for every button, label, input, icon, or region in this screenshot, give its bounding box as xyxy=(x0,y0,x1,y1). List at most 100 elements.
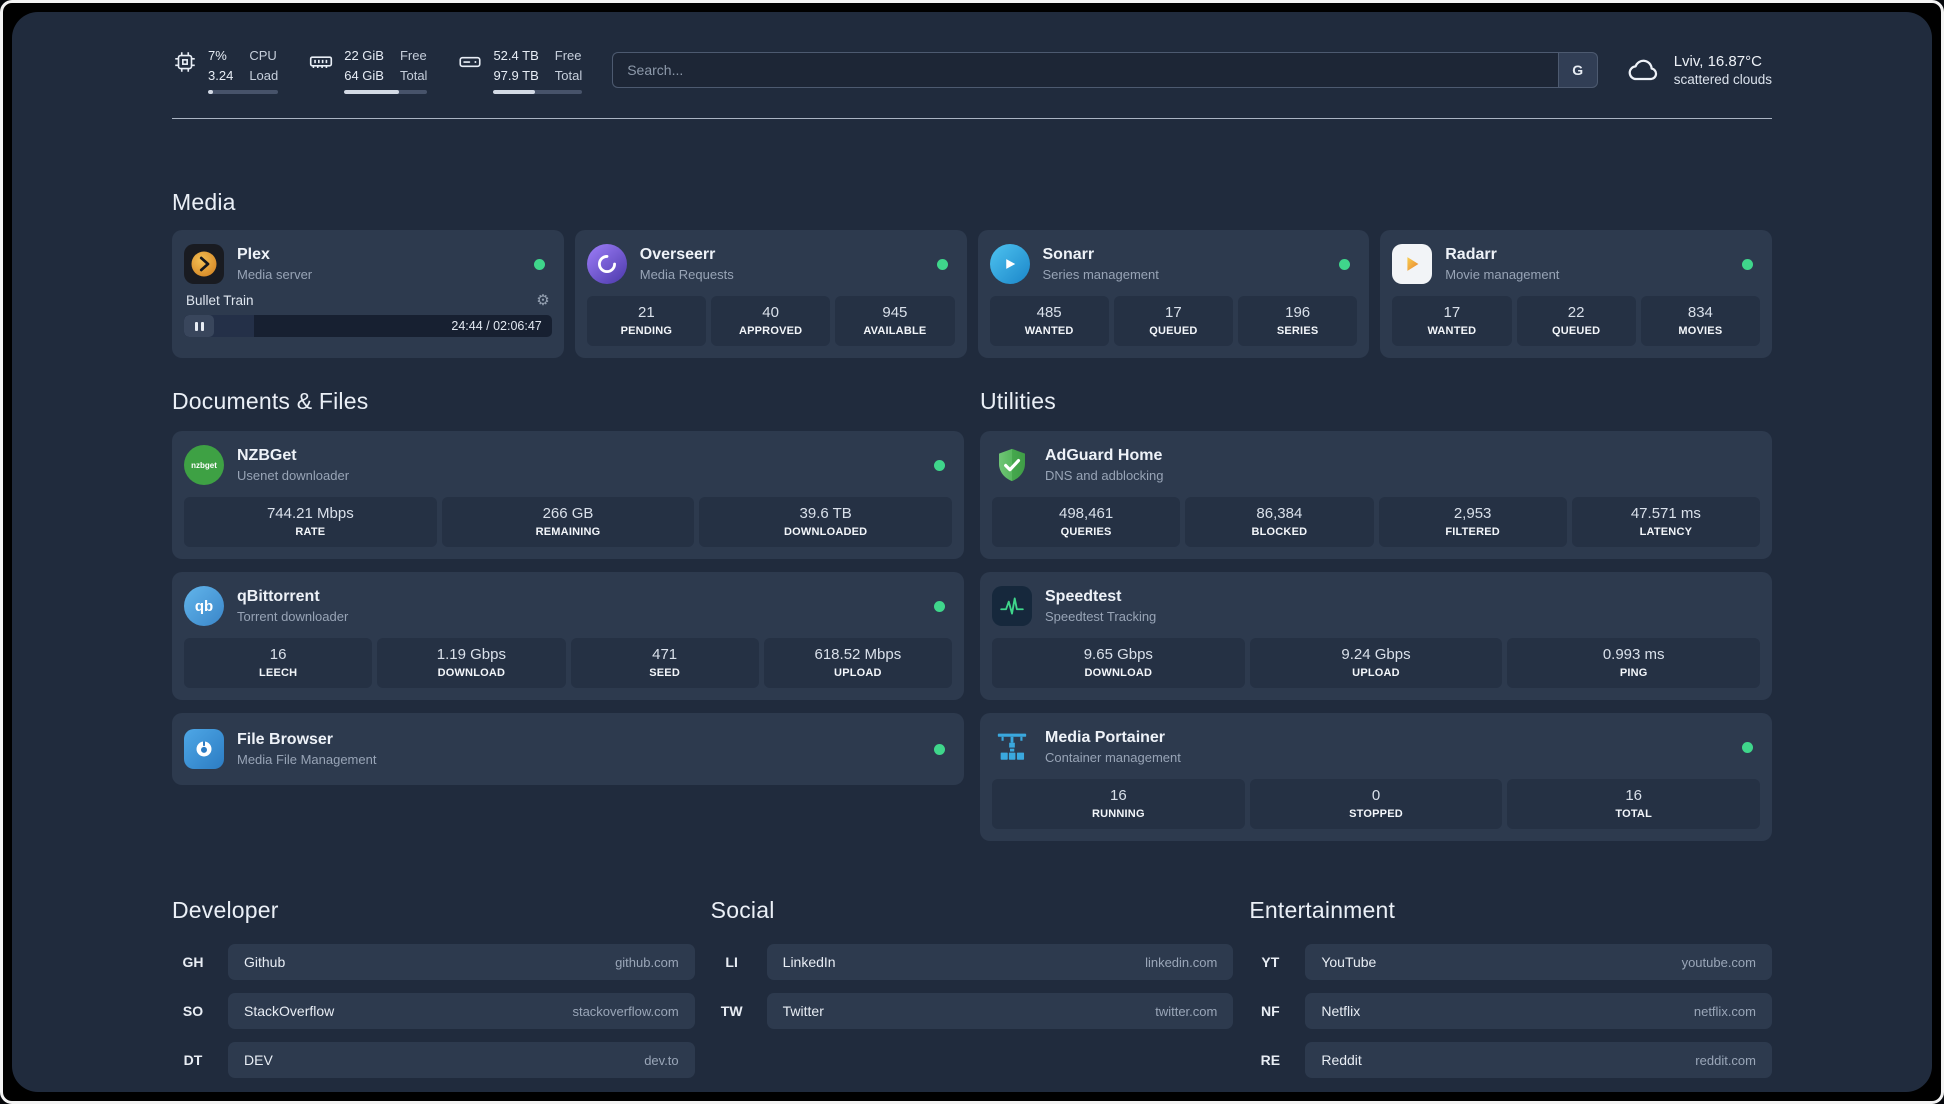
twitter-icon: TW xyxy=(720,1003,743,1019)
stat-download: 1.19 Gbps DOWNLOAD xyxy=(377,638,566,688)
stat-value: 16 xyxy=(1625,787,1643,804)
stat-approved: 40 APPROVED xyxy=(711,296,831,346)
stat-label: UPLOAD xyxy=(834,667,882,679)
stat-filtered: 2,953 FILTERED xyxy=(1378,497,1567,547)
app-card-radarr[interactable]: Radarr Movie management 17 WANTED 22 QUE… xyxy=(1380,230,1772,358)
stat-rate: 744.21 Mbps RATE xyxy=(184,497,437,547)
reddit-icon: RE xyxy=(1260,1052,1281,1068)
stat-queries: 498,461 QUERIES xyxy=(992,497,1181,547)
plex-now-playing: Bullet Train ⚙ 24:44 / 02:06:47 xyxy=(184,293,552,337)
stat-ping: 0.993 ms PING xyxy=(1507,638,1761,688)
stat-label: WANTED xyxy=(1427,325,1477,337)
bookmark-github[interactable]: GH Github github.com xyxy=(172,944,695,980)
speedtest-icon xyxy=(992,586,1032,626)
stat-value: 9.65 Gbps xyxy=(1083,646,1153,663)
bookmark-url: stackoverflow.com xyxy=(572,1003,679,1019)
stat-label: UPLOAD xyxy=(1352,667,1400,679)
cpu-progress-fill xyxy=(208,90,213,94)
app-card-nzbget[interactable]: nzbget NZBGet Usenet downloader 744.21 M… xyxy=(172,431,964,559)
stat-value: 266 GB xyxy=(542,505,594,522)
stat-series: 196 SERIES xyxy=(1238,296,1358,346)
stackoverflow-icon: SO xyxy=(182,1003,204,1019)
stat-wanted: 17 WANTED xyxy=(1392,296,1512,346)
bookmark-reddit[interactable]: RE Reddit reddit.com xyxy=(1249,1042,1772,1078)
status-dot xyxy=(1339,258,1351,270)
bookmark-name: LinkedIn xyxy=(782,954,836,970)
stat-value: 21 xyxy=(638,304,655,321)
nzbget-icon: nzbget xyxy=(184,445,224,485)
app-name: Speedtest xyxy=(1045,588,1122,605)
app-desc: Series management xyxy=(1042,267,1159,282)
cpu-load-value: 3.24 xyxy=(208,67,234,83)
stat-label: QUEUED xyxy=(1149,325,1198,337)
stat-label: PING xyxy=(1619,667,1648,679)
app-card-adguard[interactable]: AdGuard Home DNS and adblocking 498,461 … xyxy=(980,431,1772,559)
qbittorrent-icon-text: qb xyxy=(194,597,214,615)
bookmark-name: YouTube xyxy=(1321,954,1377,970)
dashboard-frame: 7% 3.24 CPU Load 22 GiB 64 GiB Free Tota… xyxy=(0,0,1944,1104)
memory-free-label: Free xyxy=(399,48,427,63)
stat-latency: 47.571 ms LATENCY xyxy=(1571,497,1760,547)
stat-queued: 22 QUEUED xyxy=(1516,296,1636,346)
stat-value: 17 xyxy=(1165,304,1182,321)
bookmark-twitter[interactable]: TW Twitter twitter.com xyxy=(711,993,1234,1029)
bookmark-youtube[interactable]: YT YouTube youtube.com xyxy=(1249,944,1772,980)
app-card-portainer[interactable]: Media Portainer Container management 16 … xyxy=(980,713,1772,841)
stat-value: 16 xyxy=(269,646,287,663)
search-bar: G xyxy=(612,52,1598,88)
app-card-sonarr[interactable]: Sonarr Series management 485 WANTED 17 Q… xyxy=(977,230,1370,358)
status-dot xyxy=(934,743,945,755)
app-name: Sonarr xyxy=(1042,246,1095,263)
player-progress-bar[interactable]: 24:44 / 02:06:47 xyxy=(184,315,552,337)
search-input[interactable] xyxy=(612,52,1558,88)
stat-value: 47.571 ms xyxy=(1630,505,1701,522)
stat-value: 1.19 Gbps xyxy=(436,646,506,663)
app-card-qbittorrent[interactable]: qb qBittorrent Torrent downloader 16 LEE… xyxy=(172,572,964,700)
dashboard-panel: 7% 3.24 CPU Load 22 GiB 64 GiB Free Tota… xyxy=(12,12,1932,1092)
section-developer: Developer GH Github github.com SO StackO… xyxy=(172,897,695,1091)
overseerr-icon xyxy=(586,244,627,284)
section-title-media: Media xyxy=(172,189,236,215)
stat-download: 9.65 Gbps DOWNLOAD xyxy=(992,638,1245,688)
gear-icon[interactable]: ⚙ xyxy=(536,293,549,308)
disk-free-value: 52.4 TB xyxy=(493,48,539,63)
stat-value: 0 xyxy=(1371,787,1381,804)
stat-value: 834 xyxy=(1687,304,1713,321)
section-title-social: Social xyxy=(710,897,775,923)
stat-value: 40 xyxy=(762,304,779,321)
app-desc: Usenet downloader xyxy=(237,468,350,483)
bookmark-url: github.com xyxy=(615,954,679,970)
app-desc: Media server xyxy=(237,267,313,282)
app-name: Plex xyxy=(237,246,270,263)
stat-label: LATENCY xyxy=(1639,526,1693,538)
disk-icon xyxy=(457,49,483,75)
section-title-developer: Developer xyxy=(172,897,279,923)
app-name: Radarr xyxy=(1445,246,1497,263)
monitor-cpu: 7% 3.24 CPU Load xyxy=(172,46,279,94)
stat-leech: 16 LEECH xyxy=(184,638,373,688)
stat-running: 16 RUNNING xyxy=(992,779,1245,829)
pause-button[interactable] xyxy=(184,315,214,337)
app-card-filebrowser[interactable]: File Browser Media File Management xyxy=(172,713,964,785)
status-dot xyxy=(934,459,945,471)
app-card-plex[interactable]: Plex Media server Bullet Train ⚙ 24:44 /… xyxy=(172,230,564,358)
bookmark-netflix[interactable]: NF Netflix netflix.com xyxy=(1249,993,1772,1029)
bookmark-stackoverflow[interactable]: SO StackOverflow stackoverflow.com xyxy=(172,993,695,1029)
pause-icon xyxy=(200,321,204,331)
bookmark-linkedin[interactable]: LI LinkedIn linkedin.com xyxy=(711,944,1234,980)
stat-value: 9.24 Gbps xyxy=(1341,646,1411,663)
stat-total: 16 TOTAL xyxy=(1507,779,1761,829)
app-card-speedtest[interactable]: Speedtest Speedtest Tracking 9.65 Gbps D… xyxy=(980,572,1772,700)
netflix-icon: NF xyxy=(1260,1003,1280,1019)
stat-value: 16 xyxy=(1109,787,1127,804)
bookmark-url: twitter.com xyxy=(1155,1003,1218,1019)
cloud-icon xyxy=(1626,52,1662,88)
search-provider-button[interactable]: G xyxy=(1557,52,1598,88)
bookmark-dev[interactable]: DT DEV dev.to xyxy=(172,1042,695,1078)
qbittorrent-icon: qb xyxy=(184,586,224,626)
section-entertainment: Entertainment YT YouTube youtube.com NF … xyxy=(1249,897,1772,1091)
topbar: 7% 3.24 CPU Load 22 GiB 64 GiB Free Tota… xyxy=(172,46,1772,94)
stat-value: 471 xyxy=(652,646,678,663)
app-card-overseerr[interactable]: Overseerr Media Requests 21 PENDING 40 A… xyxy=(574,230,967,358)
disk-total-value: 97.9 TB xyxy=(493,67,539,83)
